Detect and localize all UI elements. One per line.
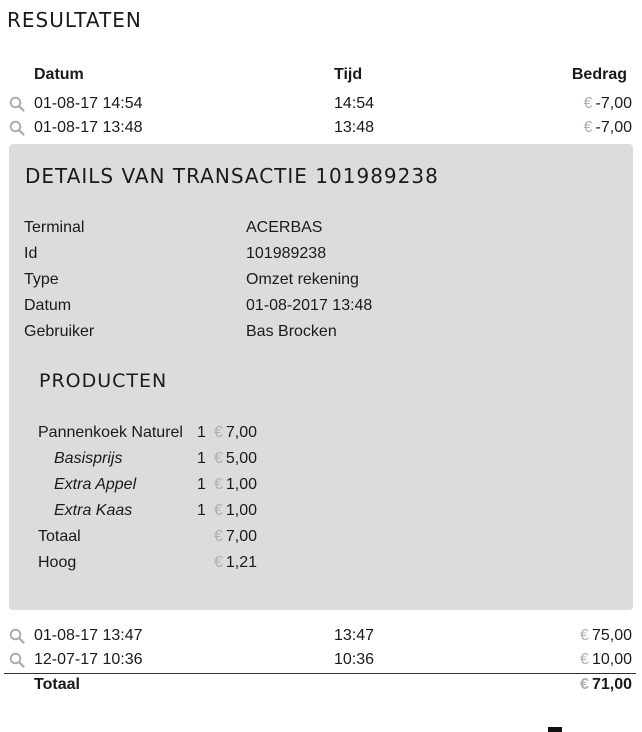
magnifier-icon[interactable] [9, 96, 25, 112]
euro-sign: € [583, 95, 593, 112]
product-price: €1,00 [214, 476, 257, 494]
magnifier-icon[interactable] [9, 628, 25, 644]
product-price-value: 1,21 [225, 554, 258, 571]
detail-value: Bas Brocken [246, 323, 337, 340]
row-datum: 12-07-17 10:36 [34, 651, 143, 668]
scroll-marker [548, 727, 562, 732]
row-datum: 01-08-17 13:48 [34, 119, 143, 136]
product-qty: 1 [197, 424, 206, 441]
detail-value: ACERBAS [246, 219, 323, 236]
product-price-value: 7,00 [225, 528, 258, 545]
product-price: €1,00 [214, 502, 257, 520]
euro-sign: € [214, 450, 223, 467]
row-bedrag: €75,00 [580, 627, 632, 645]
results-page: RESULTATEN Datum Tijd Bedrag 01-08-17 14… [0, 0, 642, 732]
transaction-row[interactable]: 01-08-17 13:48 13:48 € -7,00 [0, 116, 642, 140]
euro-sign: € [214, 424, 223, 441]
total-value: €71,00 [580, 676, 632, 694]
product-price: €1,21 [214, 554, 257, 572]
euro-sign: € [214, 554, 223, 571]
row-tijd: 13:47 [334, 627, 375, 644]
total-value-amount: 71,00 [591, 676, 632, 693]
total-divider [4, 673, 636, 674]
product-price-value: 5,00 [225, 450, 258, 467]
product-name: Extra Appel [54, 476, 137, 493]
detail-field-type: Type Omzet rekening [24, 271, 624, 293]
detail-label: Gebruiker [24, 323, 95, 340]
column-header-datum[interactable]: Datum [34, 66, 84, 84]
product-name: Extra Kaas [54, 502, 133, 519]
column-header-tijd[interactable]: Tijd [334, 66, 362, 84]
euro-sign: € [214, 528, 223, 545]
transaction-row[interactable]: 01-08-17 14:54 14:54 € -7,00 [0, 92, 642, 116]
product-price: €7,00 [214, 528, 257, 546]
detail-label: Terminal [24, 219, 85, 236]
euro-sign: € [214, 502, 223, 519]
row-bedrag-value: -7,00 [595, 119, 632, 136]
product-qty: 1 [197, 476, 206, 493]
product-row: Pannenkoek Naturel 1 €7,00 [38, 424, 338, 446]
total-label: Totaal [34, 676, 80, 693]
row-datum: 01-08-17 13:47 [34, 627, 143, 644]
detail-field-datum: Datum 01-08-2017 13:48 [24, 297, 624, 319]
detail-value: 01-08-2017 13:48 [246, 297, 373, 314]
product-price: €7,00 [214, 424, 257, 442]
product-qty: 1 [197, 502, 206, 519]
product-price-value: 1,00 [225, 502, 258, 519]
row-tijd: 14:54 [334, 95, 375, 112]
product-name: Totaal [38, 528, 81, 545]
row-bedrag: € -7,00 [584, 95, 632, 113]
product-qty: 1 [197, 450, 206, 467]
euro-sign: € [583, 119, 593, 136]
product-option-row: Basisprijs 1 €5,00 [38, 450, 338, 472]
row-bedrag-value: 10,00 [591, 651, 632, 668]
detail-label: Id [24, 245, 38, 262]
transaction-row[interactable]: 12-07-17 10:36 10:36 €10,00 [0, 648, 642, 672]
detail-value: Omzet rekening [246, 271, 359, 288]
magnifier-icon[interactable] [9, 120, 25, 136]
row-tijd: 10:36 [334, 651, 375, 668]
product-name: Hoog [38, 554, 77, 571]
detail-value: 101989238 [246, 245, 327, 262]
detail-title: DETAILS VAN TRANSACTIE 101989238 [25, 164, 439, 188]
euro-sign: € [580, 651, 589, 668]
product-price-value: 7,00 [225, 424, 258, 441]
product-price: €5,00 [214, 450, 257, 468]
product-name: Pannenkoek Naturel [38, 424, 183, 441]
products-total-row: Totaal €7,00 [38, 528, 338, 550]
product-option-row: Extra Appel 1 €1,00 [38, 476, 338, 498]
detail-label: Type [24, 271, 59, 288]
magnifier-icon[interactable] [9, 652, 25, 668]
row-bedrag: € -7,00 [584, 119, 632, 137]
products-vat-row: Hoog €1,21 [38, 554, 338, 576]
column-header-bedrag[interactable]: Bedrag [572, 66, 627, 84]
euro-sign: € [214, 476, 223, 493]
row-bedrag-value: 75,00 [591, 627, 632, 644]
product-price-value: 1,00 [225, 476, 258, 493]
transaction-row[interactable]: 01-08-17 13:47 13:47 €75,00 [0, 624, 642, 648]
row-bedrag-value: -7,00 [595, 95, 632, 112]
products-title: PRODUCTEN [39, 370, 168, 392]
euro-sign: € [580, 627, 589, 644]
product-name: Basisprijs [54, 450, 123, 467]
row-tijd: 13:48 [334, 119, 375, 136]
detail-field-id: Id 101989238 [24, 245, 624, 267]
detail-field-gebruiker: Gebruiker Bas Brocken [24, 323, 624, 345]
row-datum: 01-08-17 14:54 [34, 95, 143, 112]
row-bedrag: €10,00 [580, 651, 632, 669]
table-total-row: Totaal €71,00 [0, 676, 642, 698]
transaction-detail-panel: DETAILS VAN TRANSACTIE 101989238 Termina… [9, 144, 633, 610]
detail-label: Datum [24, 297, 72, 314]
product-option-row: Extra Kaas 1 €1,00 [38, 502, 338, 524]
page-title: RESULTATEN [7, 8, 142, 32]
euro-sign: € [580, 676, 589, 693]
detail-field-terminal: Terminal ACERBAS [24, 219, 624, 241]
